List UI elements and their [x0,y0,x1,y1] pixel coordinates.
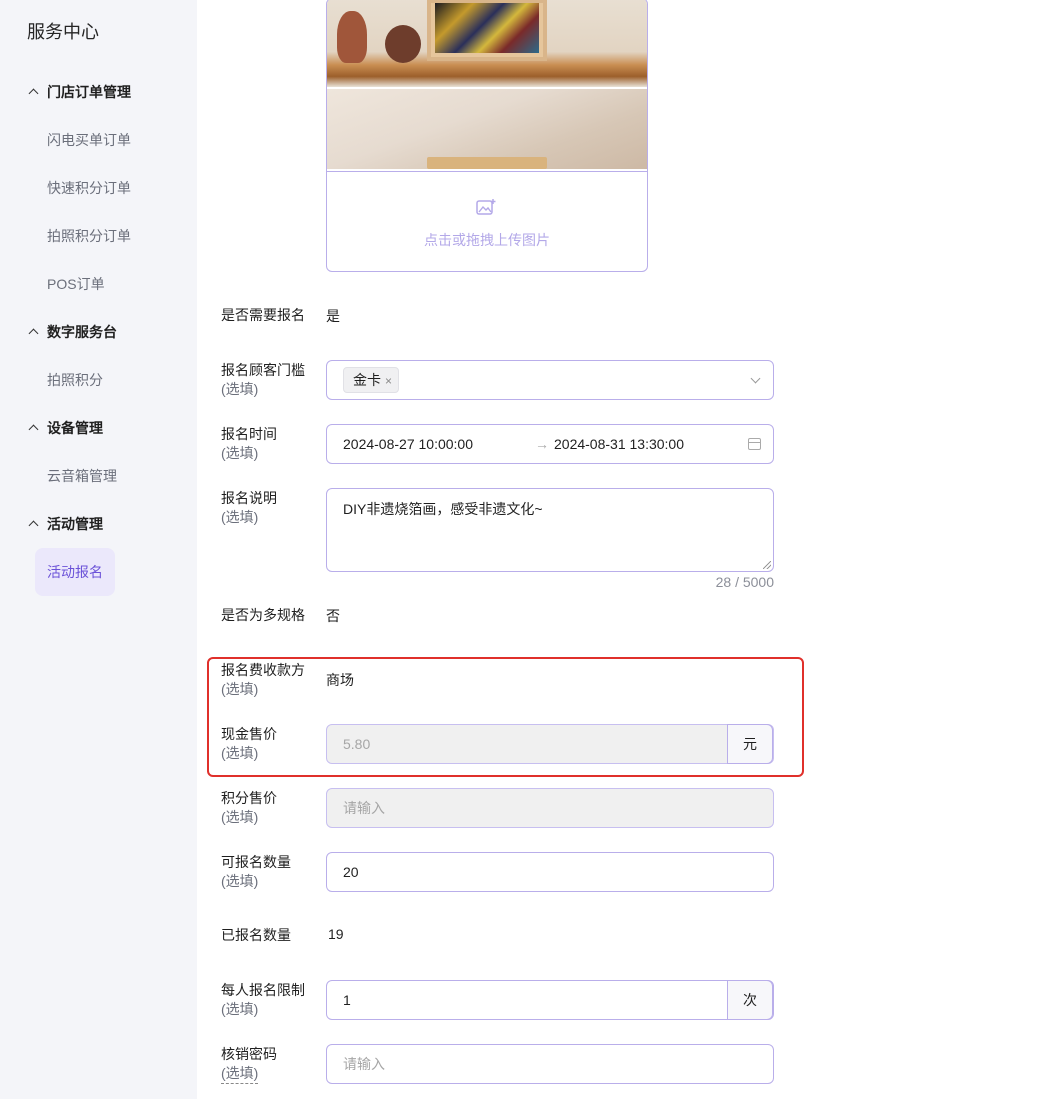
signed-count-value: 19 [328,926,344,942]
per-person-limit-input[interactable]: 1 次 [326,980,774,1020]
capacity-input[interactable]: 20 [326,852,774,892]
currency-unit: 元 [727,724,773,764]
uploaded-image-1[interactable] [327,0,647,87]
verify-password-input[interactable]: 请输入 [326,1044,774,1084]
tag-close-icon[interactable]: × [385,374,392,388]
fee-receiver-value: 商场 [326,672,354,688]
need-signup-value: 是 [326,308,340,324]
cash-price-label: 现金售价 (选填) [221,726,277,761]
sidebar-group-device-management[interactable]: 设备管理 [27,416,103,440]
sidebar-group-activity-management[interactable]: 活动管理 [27,512,103,536]
resize-handle-icon[interactable] [763,561,771,569]
per-person-limit-label: 每人报名限制 (选填) [221,982,305,1017]
sidebar-group-label: 设备管理 [47,420,103,436]
sidebar-title: 服务中心 [27,22,99,42]
multi-spec-label: 是否为多规格 [221,607,305,623]
chevron-up-icon [27,512,43,536]
sidebar-item-flash-pay-orders[interactable]: 闪电买单订单 [47,128,131,152]
optional-hint: (选填) [221,745,259,761]
selected-tag: 金卡 × [343,367,400,393]
sidebar-item-photo-points-orders[interactable]: 拍照积分订单 [47,224,131,248]
image-uploader[interactable]: 点击或拖拽上传图片 [326,0,648,272]
sidebar-item-photo-points[interactable]: 拍照积分 [47,368,103,392]
uploaded-image-2[interactable] [327,89,647,169]
vase-shape [337,11,367,63]
sidebar-item-cloud-speaker[interactable]: 云音箱管理 [47,464,117,488]
image-add-icon [476,199,496,215]
signed-count-label: 已报名数量 [221,927,291,943]
optional-hint: (选填) [221,381,259,397]
range-end[interactable]: 2024-08-31 13:30:00 [554,425,684,463]
points-price-label: 积分售价 (选填) [221,790,277,825]
multi-spec-value: 否 [326,608,340,624]
artwork-frame [427,0,547,61]
chevron-up-icon [27,320,43,344]
description-label: 报名说明 (选填) [221,490,277,525]
sidebar-item-quick-points-orders[interactable]: 快速积分订单 [47,176,131,200]
sidebar-group-label: 门店订单管理 [47,84,131,100]
sidebar-group-store-orders[interactable]: 门店订单管理 [27,80,131,104]
sidebar: 服务中心 门店订单管理 闪电买单订单 快速积分订单 拍照积分订单 POS订单 数… [0,0,197,1099]
optional-hint: (选填) [221,1064,259,1084]
signup-time-range-picker[interactable]: 2024-08-27 10:00:00 → 2024-08-31 13:30:0… [326,424,774,464]
upload-hint: 点击或拖拽上传图片 [424,232,550,248]
verify-password-label: 核销密码 (选填) [221,1045,277,1084]
sidebar-group-label: 活动管理 [47,516,103,532]
main-content: 点击或拖拽上传图片 是否需要报名 是 报名顾客门槛 (选填) 金卡 × 报名时间 … [197,0,1042,1099]
sidebar-group-digital-service-desk[interactable]: 数字服务台 [27,320,117,344]
upload-dropzone[interactable]: 点击或拖拽上传图片 [327,171,647,271]
times-unit: 次 [727,980,773,1020]
need-signup-label: 是否需要报名 [221,307,305,323]
optional-hint: (选填) [221,509,259,525]
optional-hint: (选填) [221,681,259,697]
capacity-label: 可报名数量 (选填) [221,854,291,889]
optional-hint: (选填) [221,873,259,889]
sidebar-item-pos-orders[interactable]: POS订单 [47,272,105,296]
chevron-down-icon [750,373,761,384]
vase-shape [385,25,421,63]
threshold-select[interactable]: 金卡 × [326,360,774,400]
optional-hint: (选填) [221,809,259,825]
description-textarea[interactable]: DIY非遗烧箔画，感受非遗文化~ [326,488,774,572]
sidebar-group-label: 数字服务台 [47,324,117,340]
chevron-up-icon [27,416,43,440]
fee-receiver-label: 报名费收款方 (选填) [221,662,305,697]
sidebar-item-activity-signup[interactable]: 活动报名 [35,548,115,596]
cash-price-input[interactable]: 5.80 元 [326,724,774,764]
signup-time-label: 报名时间 (选填) [221,426,277,461]
optional-hint: (选填) [221,1001,259,1017]
arrow-right-icon: → [535,436,549,452]
range-start[interactable]: 2024-08-27 10:00:00 [343,436,473,452]
calendar-icon [748,438,761,450]
chevron-up-icon [27,80,43,104]
threshold-label: 报名顾客门槛 (选填) [221,362,305,397]
optional-hint: (选填) [221,445,259,461]
character-count: 28 / 5000 [715,574,774,590]
points-price-input[interactable]: 请输入 [326,788,774,828]
